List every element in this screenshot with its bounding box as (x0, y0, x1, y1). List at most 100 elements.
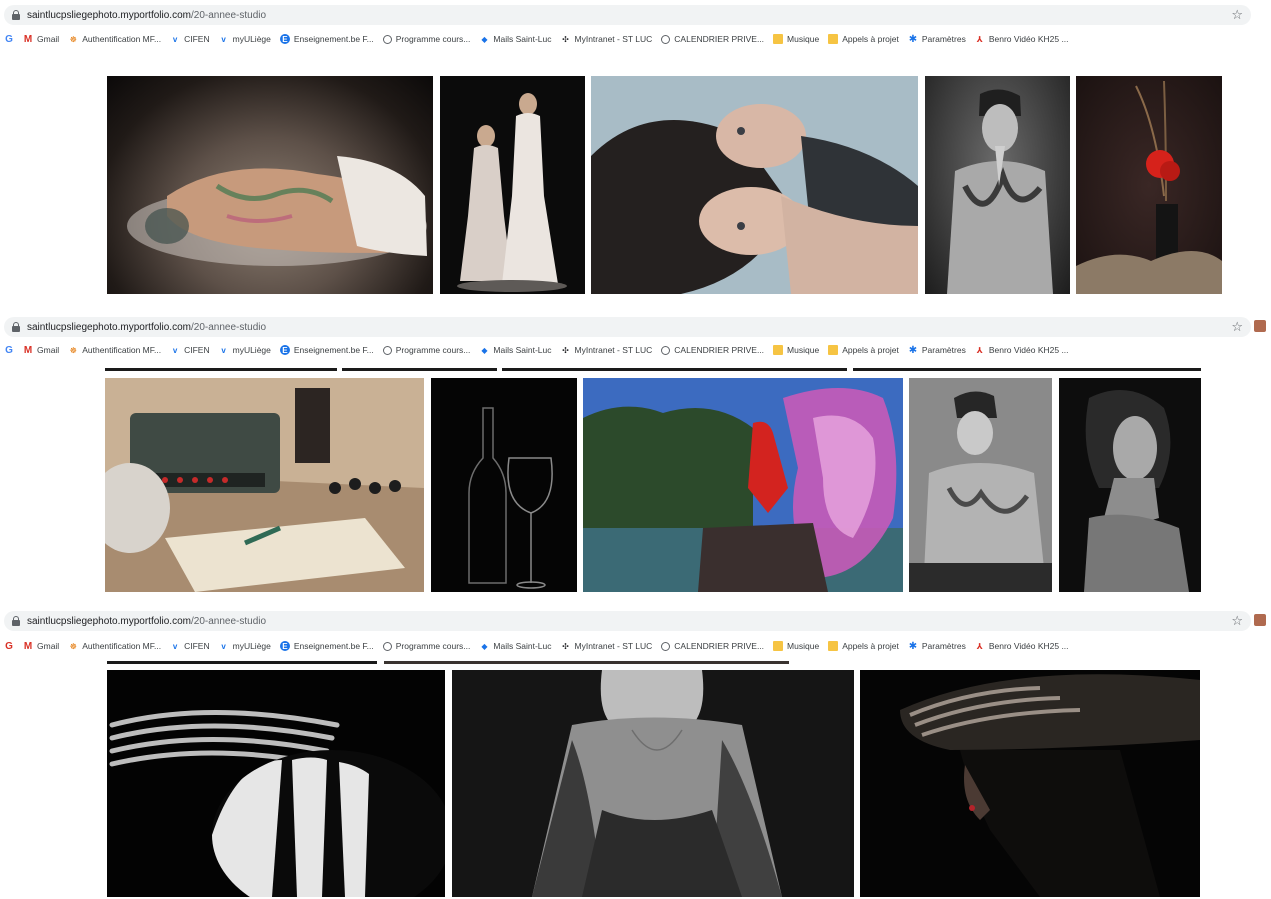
google-icon: G (5, 640, 13, 652)
bookmark-appels[interactable]: Appels à projet (828, 34, 899, 44)
globe-icon (382, 345, 392, 355)
uliege-icon: v (221, 641, 226, 651)
network-icon: ✣ (562, 345, 569, 355)
bookmark-parametres[interactable]: ✱ Paramètres (908, 344, 966, 356)
bookmark-myintranet[interactable]: ✣ MyIntranet - ST LUC (561, 641, 652, 651)
bookmark-mails[interactable]: ◆ Mails Saint-Luc (479, 34, 551, 44)
photo-reclining-tattooed-figure[interactable] (107, 76, 433, 294)
bookmark-calendrier[interactable]: CALENDRIER PRIVE... (661, 34, 764, 44)
photo-tattooed-man-hand-face[interactable] (925, 76, 1070, 294)
bookmark-mails[interactable]: ◆ Mails Saint-Luc (479, 641, 551, 651)
enseignement-icon: E (279, 641, 290, 651)
enseignement-icon: E (279, 345, 290, 355)
globe-icon (382, 641, 392, 651)
bookmark-musique[interactable]: Musique (773, 641, 819, 651)
bookmark-myintranet[interactable]: ✣ MyIntranet - ST LUC (561, 345, 652, 355)
auth-icon: ☸ (69, 345, 77, 355)
photo-fork-striped-egg[interactable] (107, 670, 445, 897)
profile-icon[interactable] (1254, 614, 1266, 626)
photo-woman-portrait-bw[interactable] (1059, 378, 1201, 592)
bookmark-parametres[interactable]: ✱ Paramètres (908, 34, 966, 45)
globe-icon (661, 641, 671, 651)
benro-icon: ⅄ (976, 34, 983, 44)
screenshot-2: saintlucpsliegephoto.myportfolio.com/20-… (0, 315, 1271, 600)
screenshot-1: saintlucpsliegephoto.myportfolio.com/20-… (0, 0, 1271, 300)
bookmark-cifen[interactable]: v CIFEN (170, 345, 210, 355)
folder-icon (828, 34, 839, 44)
bookmark-star-icon[interactable]: ☆ (1231, 7, 1243, 23)
seated-man-graphic (909, 378, 1052, 592)
url-text: saintlucpsliegephoto.myportfolio.com/20-… (27, 9, 267, 21)
scrolled-photo-edge (502, 368, 847, 371)
gear-icon: ✱ (908, 640, 918, 652)
scrolled-photo-edge (107, 661, 377, 664)
striped-hat-graphic (900, 674, 1200, 897)
bookmark-auth[interactable]: ☸ Authentification MF... (68, 345, 162, 355)
photo-woman-lace-top[interactable] (452, 670, 854, 897)
mail-icon: ◆ (481, 345, 488, 355)
bookmark-star-icon[interactable]: ☆ (1231, 319, 1243, 335)
bookmark-benro[interactable]: ⅄ Benro Vidéo KH25 ... (975, 641, 1069, 651)
lock-icon (12, 322, 20, 332)
bookmark-google[interactable]: G (4, 34, 14, 45)
bookmark-programme[interactable]: Programme cours... (382, 34, 470, 44)
bookmark-star-icon[interactable]: ☆ (1231, 613, 1243, 629)
bookmark-google[interactable]: G (4, 640, 14, 652)
mail-icon: ◆ (481, 641, 488, 651)
bookmark-enseignement[interactable]: E Enseignement.be F... (279, 345, 374, 355)
address-bar[interactable]: saintlucpsliegephoto.myportfolio.com/20-… (4, 5, 1251, 25)
bookmark-programme[interactable]: Programme cours... (382, 641, 470, 651)
wine-bottle-graphic (468, 407, 553, 589)
bookmark-benro[interactable]: ⅄ Benro Vidéo KH25 ... (975, 345, 1069, 355)
bookmark-mails[interactable]: ◆ Mails Saint-Luc (479, 345, 551, 355)
bookmark-programme[interactable]: Programme cours... (382, 345, 470, 355)
bookmarks-bar: G M Gmail ☸ Authentification MF... v CIFEN … (0, 637, 1271, 655)
bookmark-auth[interactable]: ☸ Authentification MF... (68, 34, 162, 44)
gear-icon: ✱ (908, 344, 918, 356)
benro-icon: ⅄ (976, 641, 983, 651)
gmail-icon: M (23, 33, 33, 45)
bookmark-appels[interactable]: Appels à projet (828, 345, 899, 355)
lock-icon (12, 10, 20, 20)
bookmark-parametres[interactable]: ✱ Paramètres (908, 640, 966, 652)
bookmark-enseignement[interactable]: E Enseignement.be F... (279, 34, 374, 44)
bookmark-myintranet[interactable]: ✣ MyIntranet - ST LUC (561, 34, 652, 44)
bookmark-google[interactable]: G (4, 344, 14, 356)
bookmark-calendrier[interactable]: CALENDRIER PRIVE... (661, 641, 764, 651)
uliege-icon: v (221, 345, 226, 355)
bookmark-myuliege[interactable]: v myULiège (219, 641, 271, 651)
photo-typewriter-still-life[interactable] (105, 378, 424, 592)
bookmark-gmail[interactable]: M Gmail (23, 345, 59, 356)
bookmark-cifen[interactable]: v CIFEN (170, 34, 210, 44)
photo-two-women-white-dresses[interactable] (440, 76, 585, 294)
bookmark-musique[interactable]: Musique (773, 345, 819, 355)
photo-red-poppy-vase[interactable] (1076, 76, 1222, 294)
bookmark-gmail[interactable]: M Gmail (23, 641, 59, 652)
photo-two-faces-lying[interactable] (591, 76, 918, 294)
photo-red-figure-pink-smoke[interactable] (583, 378, 903, 592)
bookmark-myuliege[interactable]: v myULiège (219, 34, 271, 44)
bookmark-gmail[interactable]: M Gmail (23, 33, 59, 45)
photo-wine-bottle-glass[interactable] (431, 378, 577, 592)
photo-woman-striped-hat[interactable] (860, 670, 1200, 897)
lock-icon (12, 616, 20, 626)
bookmark-appels[interactable]: Appels à projet (828, 641, 899, 651)
folder-icon (773, 34, 784, 44)
uliege-icon: v (172, 641, 178, 651)
bookmark-myuliege[interactable]: v myULiège (219, 345, 271, 355)
scrolled-photo-edge (105, 368, 337, 371)
bookmarks-bar: G M Gmail ☸ Authentification MF... v CIFEN … (0, 30, 1271, 48)
mail-icon: ◆ (481, 34, 488, 44)
bookmark-benro[interactable]: ⅄ Benro Vidéo KH25 ... (975, 34, 1069, 44)
bookmark-musique[interactable]: Musique (773, 34, 819, 44)
profile-icon[interactable] (1254, 320, 1266, 332)
address-bar[interactable]: saintlucpsliegephoto.myportfolio.com/20-… (4, 611, 1266, 631)
address-bar[interactable]: saintlucpsliegephoto.myportfolio.com/20-… (4, 317, 1266, 337)
bookmark-calendrier[interactable]: CALENDRIER PRIVE... (661, 345, 764, 355)
bookmark-enseignement[interactable]: E Enseignement.be F... (279, 641, 374, 651)
photo-tattooed-man-seated[interactable] (909, 378, 1052, 592)
bookmark-cifen[interactable]: v CIFEN (170, 641, 210, 651)
lace-top-graphic (532, 670, 782, 897)
google-icon: G (5, 344, 13, 356)
bookmark-auth[interactable]: ☸ Authentification MF... (68, 641, 162, 651)
